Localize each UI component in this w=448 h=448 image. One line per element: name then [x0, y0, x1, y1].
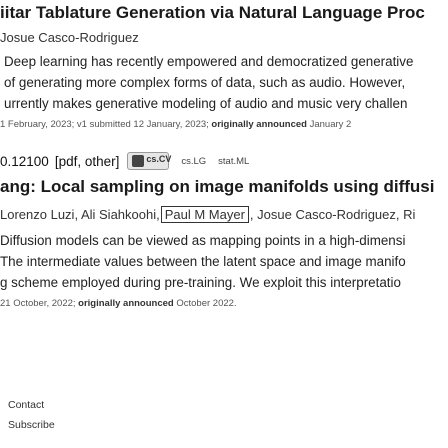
format-links[interactable]: [pdf, other]	[55, 154, 120, 169]
dates-text: 1 February, 2023; v1 submitted 12 Januar…	[0, 119, 209, 130]
abstract-line-1-3: urrently makes generative modeling of au…	[4, 96, 408, 111]
abstract-line-2-1: Diffusion models can be viewed as mappin…	[0, 233, 406, 248]
abstract-line-1-1: Deep learning has recently empowered and…	[4, 54, 414, 69]
category-tag-cs-lg[interactable]: cs.LG	[181, 156, 206, 167]
paper-meta-row-2: 0.12100 [pdf, other] cs.CV cs.LG stat.ML	[0, 152, 249, 170]
contact-link[interactable]: Contact	[8, 399, 44, 411]
paper-title-1[interactable]: iitar Tablature Generation via Natural L…	[0, 3, 425, 23]
dates-tail: January 2	[309, 119, 352, 130]
abstract-line-1-2: of generating more complex forms of data…	[4, 75, 406, 90]
primary-category-badge[interactable]: cs.CV	[127, 152, 172, 170]
dates-tail: October 2022.	[176, 298, 237, 309]
paper-dates-1: 1 February, 2023; v1 submitted 12 Januar…	[0, 119, 351, 130]
author-list-end[interactable]: , Josue Casco-Rodriguez, Ri	[250, 207, 415, 222]
paper-title-2[interactable]: ang: Local sampling on image manifolds u…	[0, 177, 434, 197]
paper-dates-2: 21 October, 2022; originally announced O…	[0, 298, 237, 309]
arxiv-id[interactable]: 0.12100	[0, 154, 49, 169]
category-tag-stat-ml[interactable]: stat.ML	[218, 156, 249, 167]
category-badge-label: cs.CV	[146, 154, 172, 164]
paper-author-1[interactable]: Josue Casco-Rodriguez	[0, 30, 139, 45]
dates-announced-label: originally announced	[211, 119, 307, 130]
dates-text: 21 October, 2022;	[0, 298, 76, 309]
subscribe-link[interactable]: Subscribe	[8, 419, 55, 431]
highlighted-author[interactable]: Paul M Mayer	[160, 206, 249, 223]
dates-announced-label: originally announced	[78, 298, 174, 309]
author-list-start[interactable]: Lorenzo Luzi, Ali Siahkoohi,	[0, 207, 160, 222]
abstract-line-2-2: The intermediate values between the late…	[0, 254, 406, 269]
paper-authors-2: Lorenzo Luzi, Ali Siahkoohi, Paul M Mayer…	[0, 206, 415, 223]
abstract-line-2-3: g scheme employed during pre-training. W…	[0, 275, 401, 290]
arxiv-listing: iitar Tablature Generation via Natural L…	[0, 0, 448, 448]
category-icon	[132, 155, 145, 167]
